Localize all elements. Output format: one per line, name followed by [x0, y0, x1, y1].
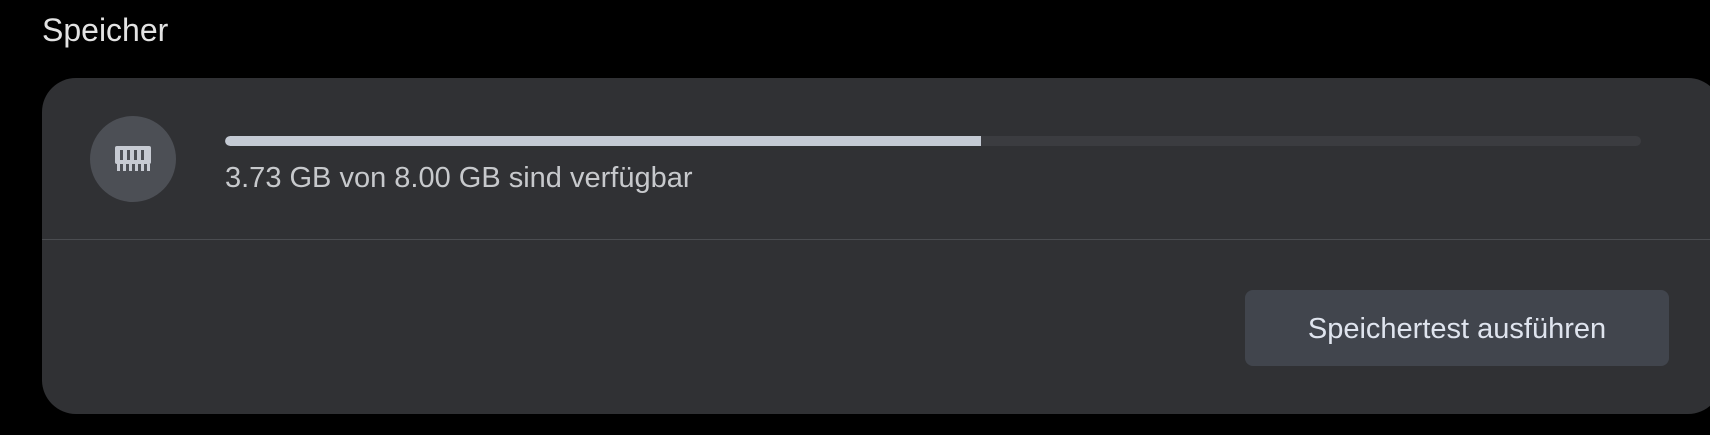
memory-usage-fill	[225, 136, 982, 146]
memory-usage-bar	[225, 136, 1641, 146]
run-memory-test-button[interactable]: Speichertest ausführen	[1245, 290, 1669, 366]
memory-chip-icon	[113, 144, 153, 174]
memory-summary: 3.73 GB von 8.00 GB sind verfügbar	[42, 78, 1710, 240]
card-divider	[42, 239, 1710, 240]
memory-card: 3.73 GB von 8.00 GB sind verfügbar Speic…	[42, 78, 1710, 414]
memory-icon-container	[90, 116, 176, 202]
section-title: Speicher	[42, 12, 169, 48]
memory-status-text: 3.73 GB von 8.00 GB sind verfügbar	[225, 162, 693, 194]
